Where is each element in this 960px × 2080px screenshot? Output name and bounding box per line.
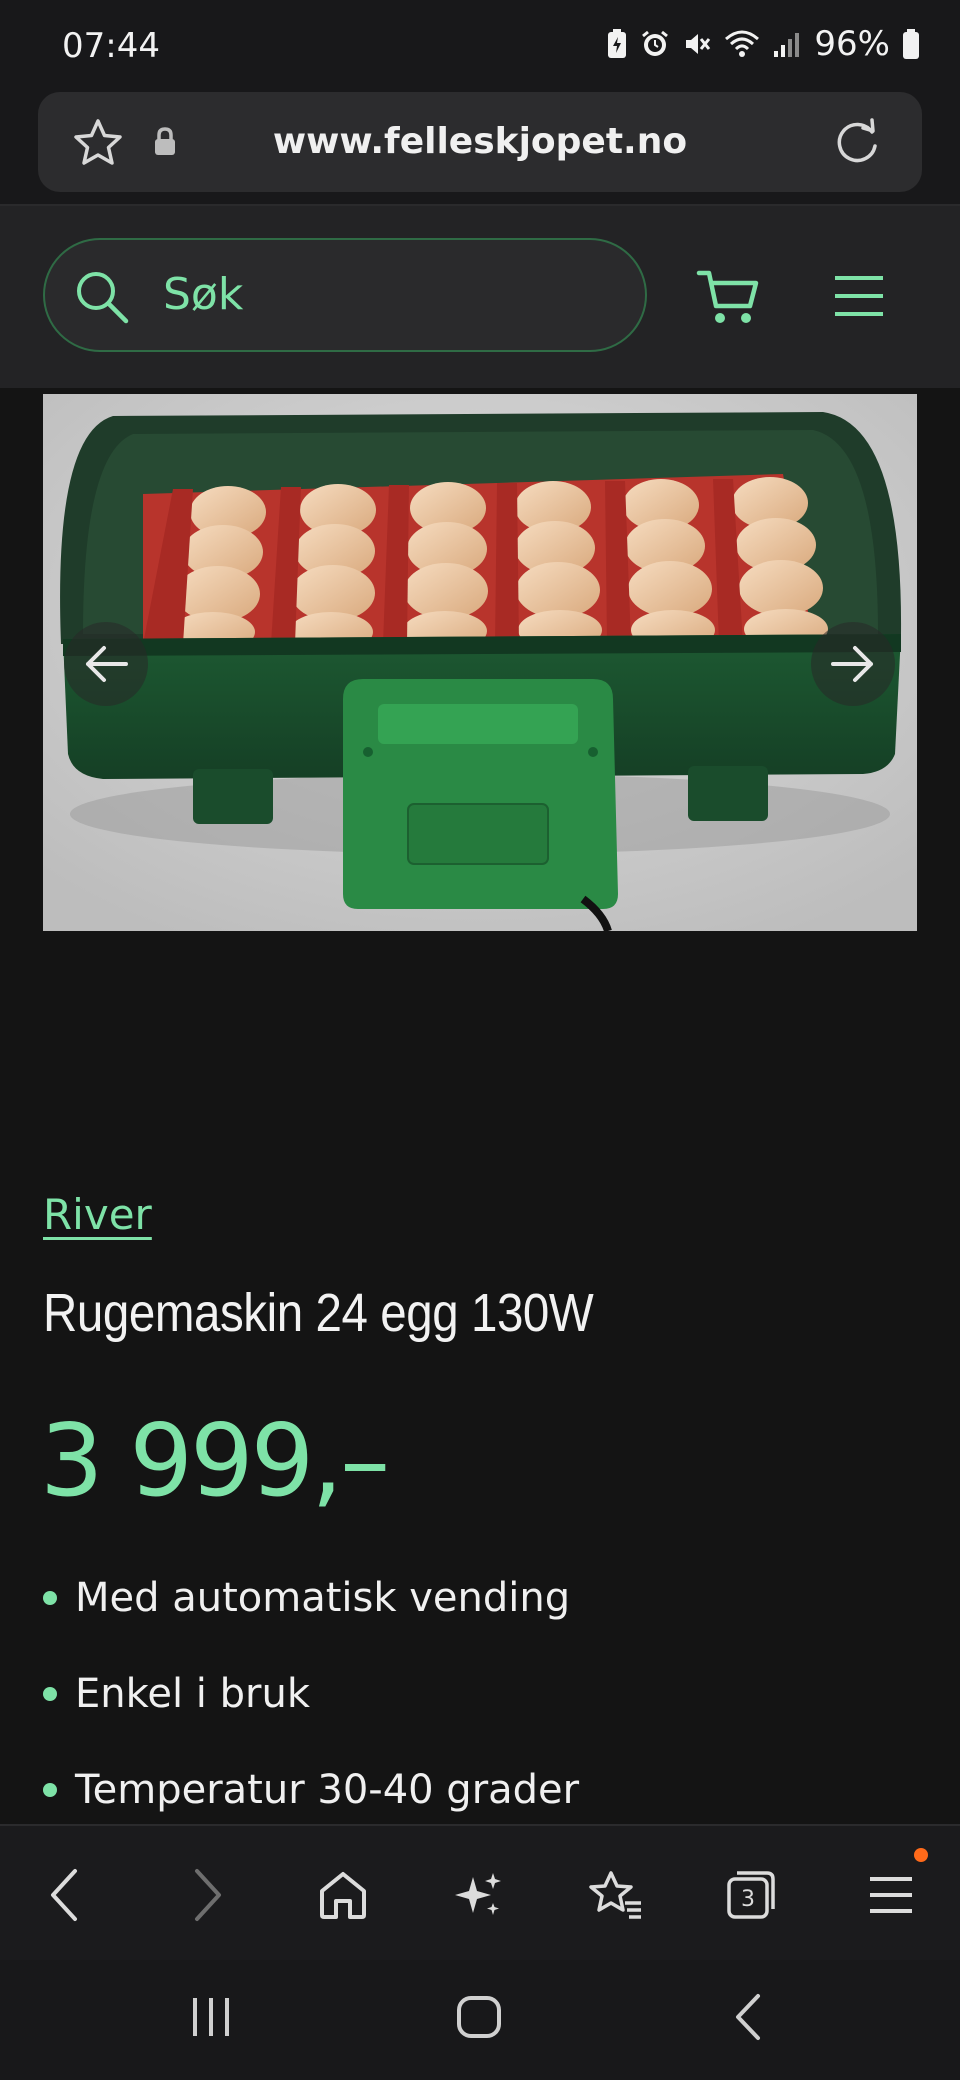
search-placeholder: Søk [163,269,244,320]
feature-text: Temperatur 30-40 grader [75,1767,580,1813]
arrow-left-icon [86,646,128,682]
mute-icon [686,34,711,54]
browser-menu-button[interactable] [856,1860,926,1930]
previous-image-button[interactable] [64,622,148,706]
reload-icon[interactable] [832,116,884,168]
browser-bottom-nav: 3 [0,1824,960,1962]
feature-item: Enkel i bruk [43,1671,310,1717]
battery-percent: 96% [814,24,890,64]
address-bar[interactable]: www.felleskjopet.no [38,92,922,192]
bullet-icon [43,1687,57,1701]
notification-badge [914,1848,928,1862]
wifi-icon [725,30,760,57]
hamburger-menu-icon[interactable] [833,274,885,318]
home-icon [320,1872,366,1919]
home-system-icon[interactable] [454,1992,504,2042]
alarm-icon [642,30,669,56]
next-image-button[interactable] [811,622,895,706]
feature-text: Enkel i bruk [75,1671,310,1717]
browser-menu-icon [870,1877,912,1913]
arrow-right-icon [831,646,873,682]
status-bar: 07:44 96% [0,0,960,92]
brand-link[interactable]: River [43,1190,152,1239]
product-image[interactable] [43,394,917,931]
search-input[interactable]: Søk [43,238,647,352]
feature-text: Med automatisk vending [75,1575,571,1621]
tab-count: 3 [741,1887,755,1912]
bullet-icon [43,1591,57,1605]
signal-icon [774,33,800,57]
bookmarks-icon [589,1871,641,1919]
search-icon [77,272,129,324]
forward-icon [195,1869,221,1921]
cart-icon[interactable] [696,268,762,326]
forward-button[interactable] [172,1860,242,1930]
recent-apps-icon[interactable] [186,1992,236,2042]
bullet-icon [43,1783,57,1797]
browser-toolbar: www.felleskjopet.no [0,92,960,206]
feature-item: Temperatur 30-40 grader [43,1767,579,1813]
product-title: Rugemaskin 24 egg 130W [43,1283,594,1343]
feature-item: Med automatisk vending [43,1575,570,1621]
back-icon [51,1869,77,1921]
lock-icon [155,127,175,155]
tabs-icon: 3 [727,1871,775,1919]
tabs-button[interactable]: 3 [716,1860,786,1930]
bookmarks-button[interactable] [580,1860,650,1930]
product-price: 3 999,– [40,1402,390,1519]
site-header: Søk [0,206,960,388]
back-system-icon[interactable] [728,1990,768,2044]
home-button[interactable] [308,1860,378,1930]
ai-assist-button[interactable] [444,1860,514,1930]
status-icons: 96% [606,24,920,64]
status-time: 07:44 [62,26,160,66]
system-nav-bar [0,1960,960,2080]
battery-saver-icon [608,29,627,58]
sparkle-icon [455,1873,501,1915]
star-icon[interactable] [72,118,124,168]
battery-icon [903,29,919,59]
incubator-illustration [43,394,917,931]
back-button[interactable] [30,1860,100,1930]
